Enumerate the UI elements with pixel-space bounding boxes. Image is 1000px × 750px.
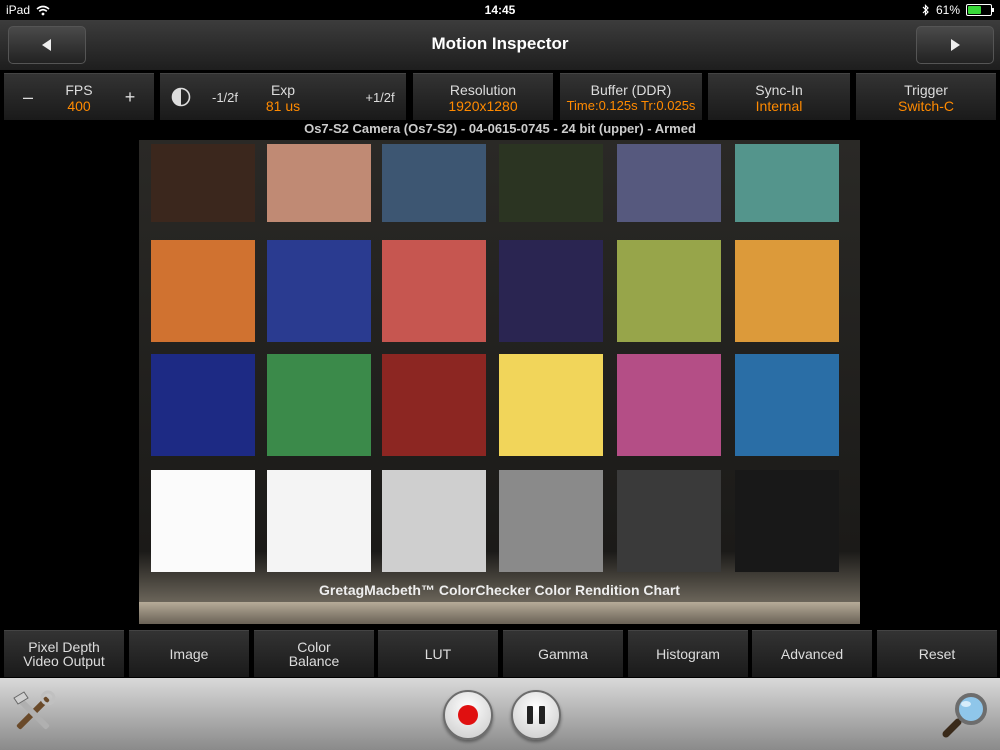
tab-histogram[interactable]: Histogram [628,630,748,677]
bluetooth-icon [922,4,929,16]
navigation-bar: Motion Inspector [0,20,1000,71]
record-button[interactable] [443,690,493,740]
color-patch [267,144,371,222]
buffer-label: Buffer (DDR) [590,82,672,98]
color-patch [735,240,839,342]
sync-in-value: Internal [755,98,803,114]
color-patch [151,354,255,456]
tab-advanced[interactable]: Advanced [752,630,872,677]
sync-in-label: Sync-In [755,82,803,98]
camera-live-image[interactable]: GretagMacbeth™ ColorChecker Color Rendit… [139,140,860,624]
battery-percent: 61% [935,3,960,17]
bottom-control-bar [0,678,1000,750]
contrast-icon [171,87,191,107]
chart-caption: GretagMacbeth™ ColorChecker Color Rendit… [319,582,680,598]
tab-color-balance[interactable]: Color Balance [254,630,374,677]
tab-label: Histogram [656,646,720,662]
chart-floor [139,602,860,624]
tab-label: Reset [918,646,956,662]
color-patch [151,470,255,572]
tab-label: Video Output [23,653,105,669]
buffer-value: Time:0.125s Tr:0.025s [566,98,696,113]
fps-control: – FPS 400 + [4,73,154,120]
color-patch [267,354,371,456]
status-time: 14:45 [484,3,516,17]
color-patch [151,144,255,222]
pause-icon [527,706,545,724]
color-patch [382,470,486,572]
exposure-decrease-button[interactable]: -1/2f [202,74,248,120]
color-patch [499,470,603,572]
resolution-label: Resolution [449,82,517,98]
color-patch [267,470,371,572]
exposure-increase-button[interactable]: +1/2f [354,74,406,120]
tab-label: Image [169,646,209,662]
color-patch [382,354,486,456]
trigger-setting[interactable]: Trigger Switch-C [856,73,996,120]
contrast-toggle-button[interactable] [160,74,202,120]
tab-image[interactable]: Image [129,630,249,677]
page-title: Motion Inspector [431,34,569,53]
color-patch [382,240,486,342]
chevron-right-icon [951,39,960,51]
battery-icon [966,4,994,16]
exposure-control: -1/2f Exp 81 us +1/2f [160,73,406,120]
color-patch [617,354,721,456]
color-patch [267,240,371,342]
tab-pixel-depth-video-output[interactable]: Pixel Depth Video Output [4,630,124,677]
trigger-label: Trigger [904,82,948,98]
color-patch [735,144,839,222]
tab-label: Advanced [780,646,844,662]
tab-reset[interactable]: Reset [877,630,997,677]
pause-button[interactable] [511,690,561,740]
resolution-value: 1920x1280 [448,98,518,114]
color-patch [617,240,721,342]
sync-in-setting[interactable]: Sync-In Internal [708,73,850,120]
color-patch [735,354,839,456]
tab-gamma[interactable]: Gamma [503,630,623,677]
magnifier-icon[interactable] [940,688,992,740]
color-patch [499,240,603,342]
color-patch [499,144,603,222]
status-bar: iPad 14:45 61% [0,0,1000,20]
fps-decrease-button[interactable]: – [4,74,52,120]
settings-toolbar: – FPS 400 + -1/2f Exp 81 us +1/2f Resolu… [0,70,1000,122]
color-patch [382,144,486,222]
resolution-setting[interactable]: Resolution 1920x1280 [413,73,553,120]
tab-lut[interactable]: LUT [378,630,498,677]
tab-label: Gamma [538,646,588,662]
fps-increase-button[interactable]: + [106,74,154,120]
color-patch [617,470,721,572]
bottom-tab-bar: Pixel Depth Video Output Image Color Balan… [0,628,1000,678]
tab-label: LUT [424,646,452,662]
record-icon [458,705,478,725]
color-patch [499,354,603,456]
buffer-setting[interactable]: Buffer (DDR) Time:0.125s Tr:0.025s [560,73,702,120]
camera-info-label: Os7-S2 Camera (Os7-S2) - 04-0615-0745 - … [304,121,696,136]
tools-icon[interactable] [8,688,58,738]
color-patch [151,240,255,342]
tab-label: Balance [288,653,340,669]
trigger-value: Switch-C [897,98,954,114]
next-button[interactable] [916,26,994,64]
color-patch [617,144,721,222]
color-patch [735,470,839,572]
